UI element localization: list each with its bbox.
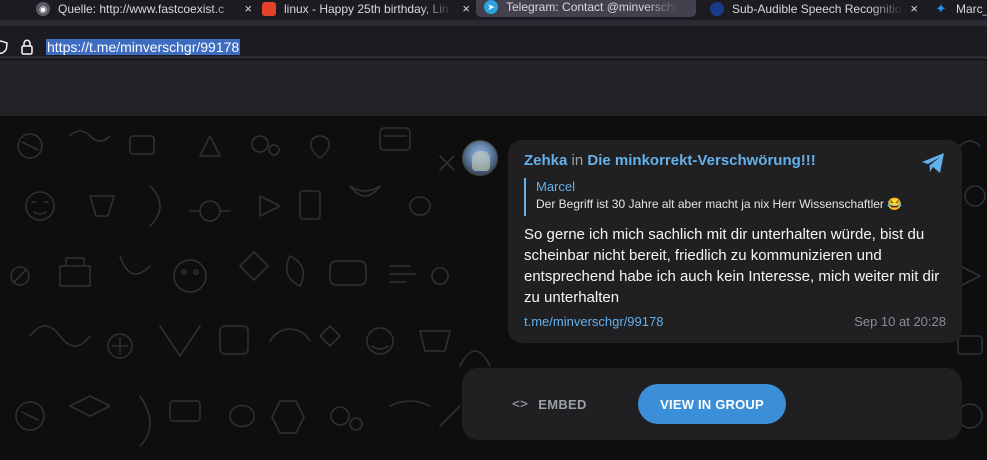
reply-quote[interactable]: Marcel Der Begriff ist 30 Jahre alt aber… [524,178,944,216]
lock-icon[interactable] [20,39,34,55]
view-in-group-button[interactable]: VIEW IN GROUP [638,384,786,424]
tab-label: Telegram: Contact @minverschgr [506,0,678,14]
telegram-icon: ➤ [484,0,498,14]
close-icon[interactable]: × [910,1,918,16]
in-word: in [571,152,584,169]
toolbar-band [0,60,987,116]
url-text[interactable]: https://t.me/minverschgr/99178 [46,39,241,55]
embed-label: EMBED [538,397,587,412]
group-name[interactable]: Die minkorrekt-Verschwörung!!! [587,152,815,169]
embed-button[interactable]: <> EMBED [512,397,587,412]
tab-label: Sub-Audible Speech Recognitio [732,2,902,16]
tab-label: Marc_ [956,2,987,16]
twitter-icon: ✦ [935,1,947,16]
globe-icon: ◉ [36,2,50,16]
tab-nasa[interactable]: Sub-Audible Speech Recognitio × [710,0,924,18]
action-panel: <> EMBED VIEW IN GROUP [462,368,962,440]
avatar[interactable] [462,140,498,176]
reply-author: Marcel [536,179,576,194]
telegram-icon[interactable] [920,150,946,176]
message-link[interactable]: t.me/minverschgr/99178 [524,314,663,329]
shield-icon[interactable] [0,40,8,54]
author-name[interactable]: Zehka [524,152,567,169]
tab-quelle[interactable]: ◉ Quelle: http://www.fastcoexist.c × [36,0,258,18]
tab-label: Quelle: http://www.fastcoexist.c [58,2,225,16]
gitlab-fox-icon [262,2,276,16]
reply-text: Der Begriff ist 30 Jahre alt aber macht … [536,197,903,211]
close-icon[interactable]: × [244,1,252,16]
close-icon[interactable]: × [462,1,470,16]
nasa-icon [710,2,724,16]
tab-bar: ◉ Quelle: http://www.fastcoexist.c × lin… [0,0,987,20]
tab-twitter[interactable]: ✦ Marc_ [934,0,987,18]
message-bubble: Zehka in Die minkorrekt-Verschwörung!!! … [508,140,962,343]
message-time: Sep 10 at 20:28 [854,314,946,329]
message-header: Zehka in Die minkorrekt-Verschwörung!!! [524,152,816,169]
tab-telegram[interactable]: ➤ Telegram: Contact @minverschgr [476,0,696,17]
code-icon: <> [512,397,529,412]
navigation-bar: https://t.me/minverschgr/99178 [0,20,987,60]
message-text: So gerne ich mich sachlich mit dir unter… [524,226,940,306]
tab-linux[interactable]: linux - Happy 25th birthday, Lin × [262,0,476,18]
url-field[interactable]: https://t.me/minverschgr/99178 [0,26,987,56]
tab-label: linux - Happy 25th birthday, Lin [284,2,449,16]
